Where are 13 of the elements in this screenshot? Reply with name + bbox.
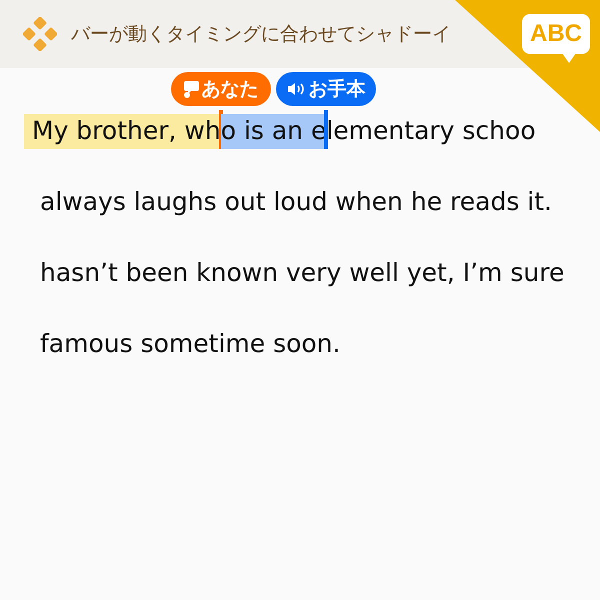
speech-icon	[182, 80, 199, 98]
sentence-text: always laughs out loud when he reads it.	[39, 186, 552, 218]
timing-bar	[324, 110, 328, 149]
speaker-icon	[287, 82, 306, 96]
instruction-title: バーが動くタイミングに合わせてシャドーイ	[71, 22, 451, 47]
sentence-text: lementary schoo	[326, 115, 536, 147]
model-label[interactable]: お手本	[276, 72, 376, 106]
bubble-tail-icon	[562, 53, 576, 63]
sentence-text: famous sometime soon.	[39, 328, 340, 360]
you-label[interactable]: あなた	[170, 72, 271, 106]
abc-button[interactable]: ABC	[522, 14, 590, 54]
sentence-text: hasn’t been known very well yet, I’m sure	[39, 257, 564, 289]
diamond-logo-icon	[23, 17, 57, 51]
